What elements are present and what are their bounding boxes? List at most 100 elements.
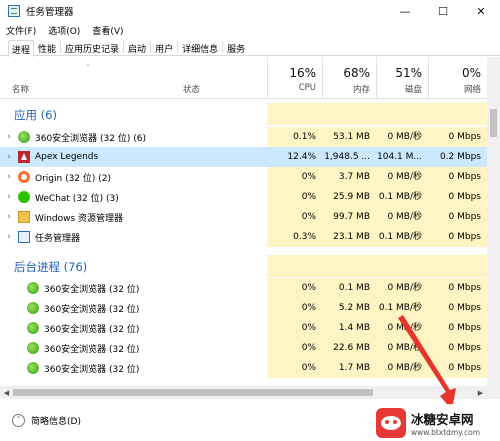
wechat-icon — [18, 191, 30, 203]
maximize-button[interactable]: ☐ — [424, 0, 462, 22]
network-value: 0 Mbps — [448, 343, 481, 353]
cpu-value: 0% — [301, 343, 316, 353]
process-name: Origin (32 位) (2) — [35, 173, 112, 184]
row-name: › Origin (32 位) (2) — [0, 167, 267, 187]
column-memory[interactable]: 68% 内存 — [322, 57, 376, 99]
process-name: 360安全浏览器 (32 位) (6) — [35, 133, 146, 144]
row-name: › Windows 资源管理器 — [0, 207, 267, 227]
process-name: 360安全浏览器 (32 位) — [44, 324, 140, 335]
table-row[interactable]: 360安全浏览器 (32 位) 0% 1.4 MB 0 MB/秒 0 Mbps — [0, 318, 487, 338]
cpu-value: 0% — [301, 363, 316, 373]
cpu-value: 0% — [301, 303, 316, 313]
scroll-right-icon[interactable]: ▶ — [474, 386, 487, 399]
expand-chevron-icon[interactable]: › — [0, 152, 18, 162]
title-bar: 任务管理器 — ☐ ✕ — [0, 0, 500, 22]
cpu-value: 0% — [301, 323, 316, 333]
memory-value: 23.1 MB — [333, 232, 370, 242]
network-value: 0 Mbps — [448, 172, 481, 182]
tab-bar: 进程 性能 应用历史记录 启动 用户 详细信息 服务 — [0, 39, 500, 57]
window-title: 任务管理器 — [26, 7, 74, 18]
column-cpu[interactable]: 16% CPU — [267, 57, 322, 99]
tab-users[interactable]: 用户 — [151, 39, 177, 56]
expand-chevron-icon[interactable]: › — [0, 212, 18, 222]
task-manager-icon — [8, 5, 20, 17]
memory-value: 1.7 MB — [338, 363, 370, 373]
group-heat — [267, 103, 487, 125]
memory-value: 53.1 MB — [333, 132, 370, 142]
table-row[interactable]: 360安全浏览器 (32 位) 0% 1.7 MB 0 MB/秒 0 Mbps — [0, 358, 487, 378]
cpu-percent: 16% — [289, 66, 316, 80]
network-value: 0 Mbps — [448, 323, 481, 333]
chevron-up-icon[interactable]: ˄ — [12, 413, 25, 427]
cpu-value: 0% — [301, 172, 316, 182]
360-browser-icon — [27, 362, 39, 374]
menu-view[interactable]: 查看(V) — [92, 24, 123, 37]
tab-startup[interactable]: 启动 — [124, 39, 150, 56]
process-name: 任务管理器 — [35, 233, 81, 244]
column-disk[interactable]: 51% 磁盘 — [376, 57, 428, 99]
menu-file[interactable]: 文件(F) — [6, 24, 36, 37]
expand-chevron-icon[interactable]: › — [0, 172, 18, 182]
column-status[interactable]: 状态 — [183, 83, 200, 95]
expand-chevron-icon[interactable]: › — [0, 192, 18, 202]
row-name: 360安全浏览器 (32 位) — [0, 338, 267, 358]
watermark-logo-icon — [376, 407, 406, 438]
disk-value: 0.1 MB/秒 — [378, 232, 422, 242]
watermark-url: www.btxtdmy.com — [411, 427, 481, 437]
disk-value: 0 MB/秒 — [387, 212, 422, 222]
memory-value: 22.6 MB — [333, 343, 370, 353]
watermark-name: 冰糖安卓网 — [411, 411, 474, 427]
disk-value: 104.1 M... — [377, 152, 422, 162]
table-row[interactable]: › 任务管理器 0.3% 23.1 MB 0.1 MB/秒 0 Mbps — [0, 227, 487, 247]
table-row[interactable]: › Apex Legends 12.4% 1,948.5 ... 104.1 M… — [0, 147, 487, 167]
row-name: › 360安全浏览器 (32 位) (6) — [0, 127, 267, 147]
cpu-label: CPU — [298, 83, 316, 93]
disk-value: 0 MB/秒 — [387, 283, 422, 293]
process-name: 360安全浏览器 (32 位) — [44, 284, 140, 295]
row-name: 360安全浏览器 (32 位) — [0, 318, 267, 338]
table-row[interactable]: 360安全浏览器 (32 位) 0% 5.2 MB 0.1 MB/秒 0 Mbp… — [0, 298, 487, 318]
table-row[interactable]: 360安全浏览器 (32 位) 0% 22.6 MB 0 MB/秒 0 Mbps — [0, 338, 487, 358]
tab-processes[interactable]: 进程 — [8, 40, 35, 57]
360-browser-icon — [27, 322, 39, 334]
table-row[interactable]: › 360安全浏览器 (32 位) (6) 0.1% 53.1 MB 0 MB/… — [0, 127, 487, 147]
tab-performance[interactable]: 性能 — [34, 39, 60, 56]
vertical-scroll-thumb[interactable] — [490, 109, 497, 137]
column-name[interactable]: 名称 — [12, 83, 29, 95]
disk-value: 0.1 MB/秒 — [378, 192, 422, 202]
scroll-left-icon[interactable]: ◀ — [0, 386, 13, 399]
group-apps[interactable]: 应用 (6) — [0, 103, 487, 125]
memory-value: 1,948.5 ... — [324, 152, 370, 162]
table-row[interactable]: › Windows 资源管理器 0% 99.7 MB 0 MB/秒 0 Mbps — [0, 207, 487, 227]
network-value: 0 Mbps — [448, 132, 481, 142]
menu-options[interactable]: 选项(O) — [48, 24, 80, 37]
horizontal-scrollbar[interactable]: ◀ ▶ — [0, 386, 500, 399]
minimize-button[interactable]: — — [386, 0, 424, 22]
vertical-scrollbar[interactable] — [487, 57, 500, 386]
network-label: 网络 — [463, 85, 481, 95]
tab-app-history[interactable]: 应用历史记录 — [61, 39, 123, 56]
memory-percent: 68% — [343, 66, 370, 80]
group-background-title: 后台进程 (76) — [14, 260, 88, 274]
process-name: WeChat (32 位) (3) — [35, 193, 119, 204]
fewer-details-link[interactable]: 简略信息(D) — [31, 414, 81, 427]
disk-label: 磁盘 — [404, 85, 422, 95]
expand-chevron-icon[interactable]: › — [0, 132, 18, 142]
network-percent: 0% — [461, 66, 481, 80]
table-row[interactable]: › Origin (32 位) (2) 0% 3.7 MB 0 MB/秒 0 M… — [0, 167, 487, 187]
tab-services[interactable]: 服务 — [223, 39, 249, 56]
horizontal-scroll-thumb[interactable] — [13, 389, 373, 396]
tab-details[interactable]: 详细信息 — [178, 39, 222, 56]
group-background[interactable]: 后台进程 (76) — [0, 255, 487, 277]
expand-chevron-icon[interactable]: › — [0, 232, 18, 242]
apex-legends-icon — [18, 151, 30, 163]
disk-value: 0 MB/秒 — [387, 323, 422, 333]
table-row[interactable]: 360安全浏览器 (32 位) 0% 0.1 MB 0 MB/秒 0 Mbps — [0, 278, 487, 298]
360-browser-icon — [27, 302, 39, 314]
column-network[interactable]: 0% 网络 — [428, 57, 487, 99]
network-value: 0 Mbps — [448, 283, 481, 293]
cpu-value: 0.3% — [293, 232, 316, 242]
process-name: Apex Legends — [35, 152, 99, 162]
close-button[interactable]: ✕ — [462, 0, 500, 22]
table-row[interactable]: › WeChat (32 位) (3) 0% 25.9 MB 0.1 MB/秒 … — [0, 187, 487, 207]
